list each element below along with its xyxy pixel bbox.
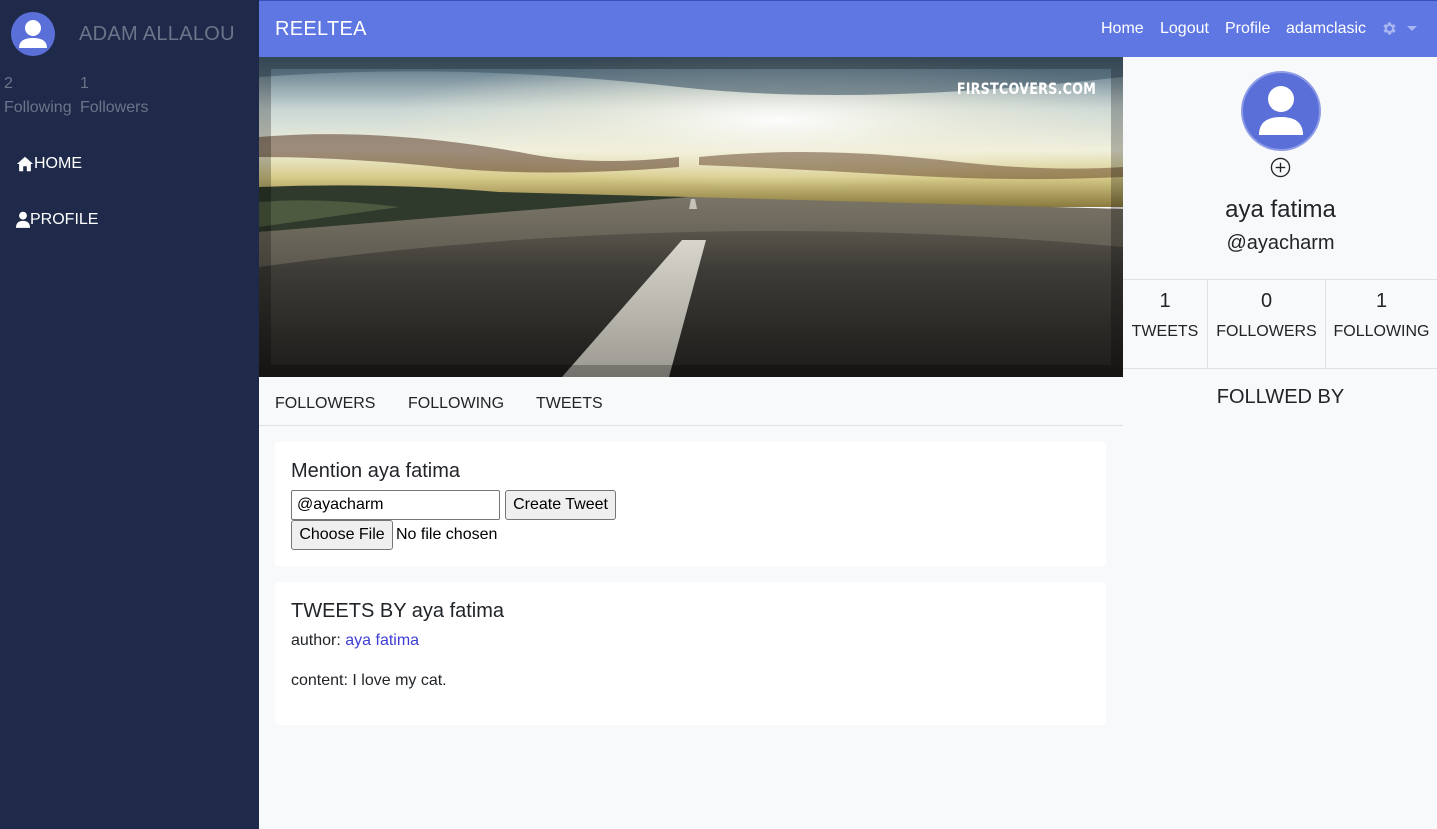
stat-label: FOLLOWING (1333, 323, 1430, 340)
user-avatar-icon (19, 20, 47, 48)
gear-icon (1383, 22, 1396, 35)
tweets-title: TWEETS BY aya fatima (291, 600, 505, 622)
sidebar: ADAM ALLALOU 2 Following 1 Followers HOM… (0, 0, 259, 829)
followers-stat[interactable]: 1 Followers (80, 72, 148, 120)
stat-following[interactable]: 1 FOLLOWING (1325, 280, 1437, 369)
avatar[interactable] (11, 12, 55, 56)
mention-input[interactable] (291, 490, 500, 520)
followers-label: Followers (80, 99, 149, 116)
top-navbar: REELTEA Home Logout Profile adamclasic (259, 0, 1437, 57)
file-status: No file chosen (396, 526, 498, 543)
choose-file-button[interactable]: Choose File (291, 520, 393, 550)
home-icon (16, 156, 34, 172)
tab-following[interactable]: FOLLOWING (408, 395, 504, 413)
profile-avatar[interactable] (1241, 71, 1321, 151)
chevron-down-icon (1407, 26, 1417, 31)
followers-count: 1 (80, 75, 89, 92)
profile-handle: @ayacharm (1226, 232, 1335, 254)
cover-watermark: FIRSTCOVERS.COM (956, 79, 1096, 98)
following-stat[interactable]: 2 Following (4, 72, 72, 120)
stat-count: 1 (1159, 290, 1171, 312)
stat-followers[interactable]: 0 FOLLOWERS (1207, 280, 1325, 369)
add-photo-icon[interactable] (1270, 157, 1291, 178)
tweets-card: TWEETS BY aya fatima (275, 582, 1106, 725)
road-cover-illustration (259, 57, 1123, 377)
user-avatar-icon (1259, 86, 1303, 135)
profile-name: aya fatima (1225, 196, 1336, 223)
sidebar-item-label: PROFILE (30, 211, 99, 228)
brand-logo[interactable]: REELTEA (275, 18, 367, 41)
profile-tabs: FOLLOWERS FOLLOWING TWEETS (259, 377, 1123, 426)
nav-logout-link[interactable]: Logout (1160, 20, 1209, 38)
stat-label: FOLLOWERS (1216, 323, 1317, 340)
cover-image: FIRSTCOVERS.COM (259, 57, 1123, 377)
sidebar-item-home[interactable]: HOME (16, 155, 82, 173)
author-label: author: (291, 632, 346, 649)
following-count: 2 (4, 75, 13, 92)
stat-count: 1 (1375, 290, 1388, 312)
sidebar-item-profile[interactable]: PROFILE (16, 211, 98, 229)
mention-title: Mention aya fatima (291, 460, 460, 482)
tweet-content: content: I love my cat. (291, 672, 447, 689)
author-link[interactable]: aya fatima (345, 632, 419, 649)
stat-label: TWEETS (1131, 323, 1199, 340)
following-label: Following (4, 99, 72, 116)
create-tweet-button[interactable]: Create Tweet (505, 490, 616, 520)
tab-followers[interactable]: FOLLOWERS (275, 395, 375, 413)
nav-profile-link[interactable]: Profile (1225, 20, 1270, 38)
sidebar-user-name[interactable]: ADAM ALLALOU (79, 23, 235, 46)
nav-home-link[interactable]: Home (1101, 20, 1144, 38)
profile-stats: 1 TWEETS 0 FOLLOWERS 1 FOLLOWING (1123, 279, 1437, 369)
sidebar-item-label: HOME (34, 155, 82, 172)
nav-username-link[interactable]: adamclasic (1286, 20, 1366, 38)
followed-by-heading: FOLLWED BY (1216, 386, 1345, 408)
user-icon (16, 211, 30, 228)
stat-count: 0 (1260, 290, 1273, 312)
tweet-author: author: aya fatima (291, 632, 419, 650)
tab-tweets[interactable]: TWEETS (536, 395, 603, 413)
stat-tweets[interactable]: 1 TWEETS (1123, 280, 1207, 369)
settings-dropdown[interactable] (1381, 20, 1417, 37)
